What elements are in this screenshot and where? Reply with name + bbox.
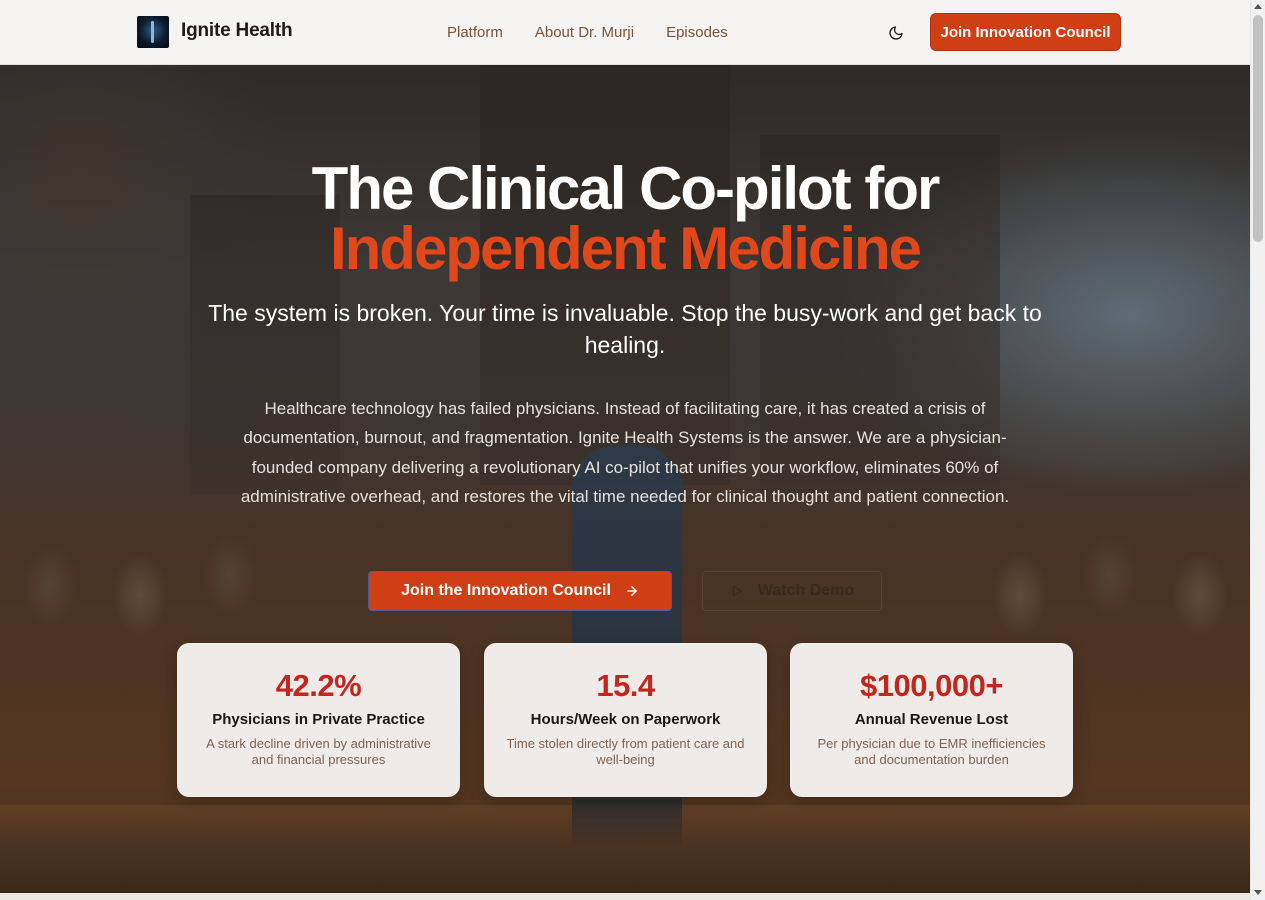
- arrow-right-icon: [627, 586, 637, 596]
- main-nav: Platform About Dr. Murji Episodes: [447, 24, 728, 41]
- stat-label: Hours/Week on Paperwork: [530, 711, 721, 728]
- nav-item-episodes[interactable]: Episodes: [666, 24, 728, 41]
- hero-body: Healthcare technology has failed physici…: [240, 399, 1010, 506]
- play-icon: [732, 585, 743, 597]
- stat-description: A stark decline driven by administrative…: [206, 736, 431, 767]
- demo-label: Watch Demo: [757, 582, 855, 599]
- page: Ignite Health Platform About Dr. Murji E…: [0, 0, 1250, 900]
- stat-card: $100,000+ Annual Revenue Lost Per physic…: [790, 643, 1073, 797]
- join-council-cta-button[interactable]: Join the Innovation Council: [368, 571, 672, 611]
- nav-item-about[interactable]: About Dr. Murji: [535, 24, 634, 41]
- scroll-up-arrow-icon[interactable]: [1254, 4, 1262, 9]
- next-section-edge: [0, 893, 1250, 900]
- background-ground: [0, 783, 1250, 893]
- stat-label: Physicians in Private Practice: [212, 711, 425, 728]
- hero-subtitle: The system is broken. Your time is inval…: [208, 300, 1042, 358]
- stat-value: 15.4: [596, 668, 655, 703]
- join-council-header-button[interactable]: Join Innovation Council: [930, 13, 1121, 51]
- moon-icon: [889, 26, 903, 40]
- brand-name[interactable]: Ignite Health: [181, 20, 293, 42]
- stat-description: Per physician due to EMR inefficiencies …: [817, 736, 1046, 767]
- hero-title-accent: Independent Medicine: [329, 215, 922, 282]
- stat-card: 15.4 Hours/Week on Paperwork Time stolen…: [484, 643, 767, 797]
- scrollbar-thumb[interactable]: [1253, 15, 1263, 242]
- stat-value: 42.2%: [275, 668, 362, 703]
- brand-logo[interactable]: [137, 16, 169, 48]
- vertical-scrollbar[interactable]: [1250, 0, 1265, 900]
- hero-section: The Clinical Co-pilot for Independent Me…: [0, 65, 1250, 893]
- stat-value: $100,000+: [860, 668, 1003, 703]
- stat-description: Time stolen directly from patient care a…: [506, 736, 745, 767]
- hero-title: The Clinical Co-pilot for: [311, 155, 941, 222]
- nav-item-platform[interactable]: Platform: [447, 24, 503, 41]
- cta-label: Join the Innovation Council: [401, 582, 611, 599]
- scroll-down-arrow-icon[interactable]: [1254, 890, 1262, 895]
- watch-demo-button[interactable]: Watch Demo: [702, 571, 882, 611]
- site-header: Ignite Health Platform About Dr. Murji E…: [0, 0, 1250, 65]
- stat-label: Annual Revenue Lost: [854, 711, 1009, 728]
- stat-card: 42.2% Physicians in Private Practice A s…: [177, 643, 460, 797]
- theme-toggle-button[interactable]: [884, 21, 908, 45]
